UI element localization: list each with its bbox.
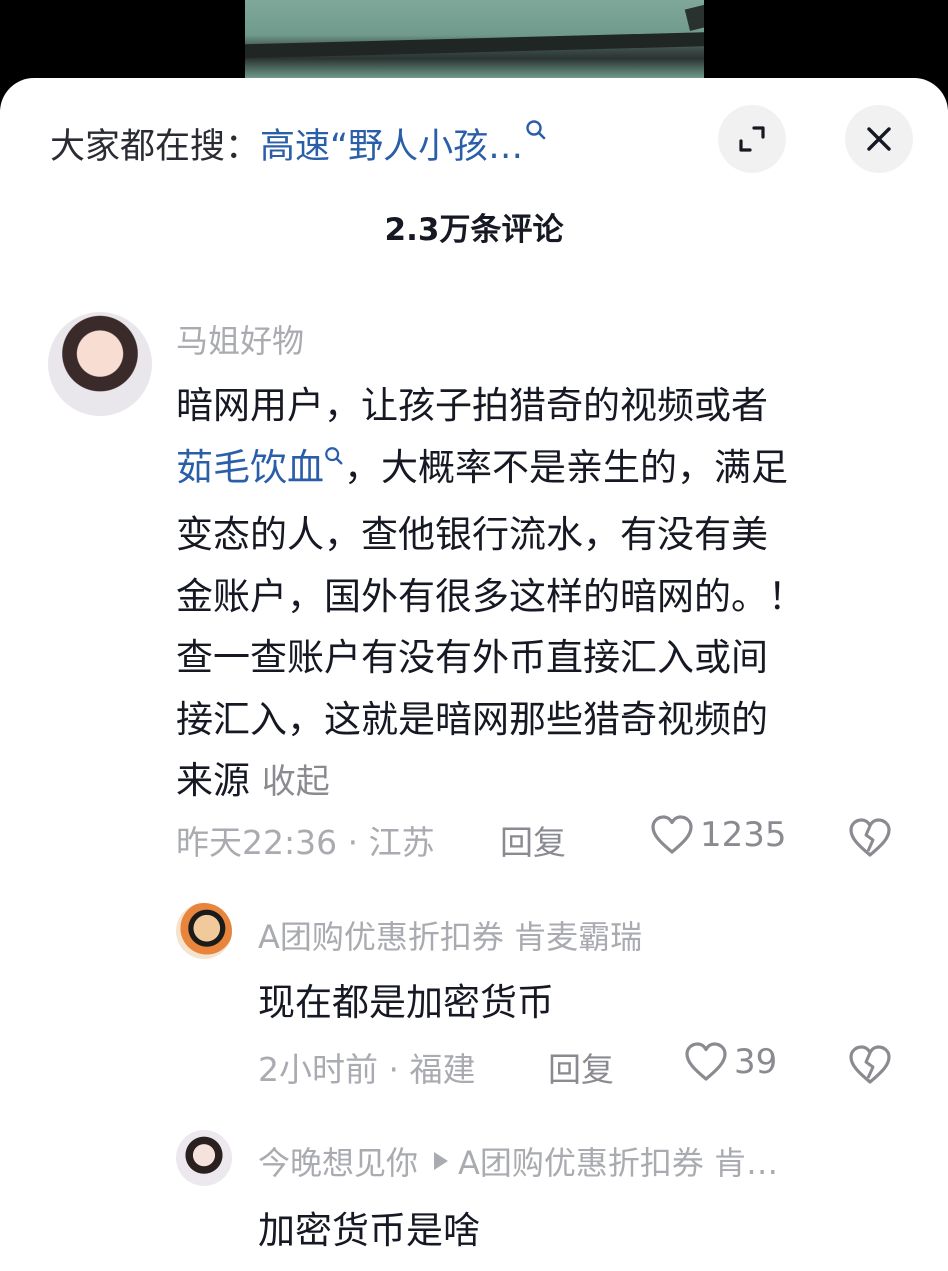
reply-like-count: 39 (734, 1042, 778, 1082)
reply-dislike-button[interactable] (848, 1045, 892, 1089)
reply-time-location: 2小时前 · 福建 (258, 1050, 476, 1089)
reply-avatar[interactable] (176, 903, 232, 959)
comment-time-location: 昨天22:36 · 江苏 (176, 823, 435, 862)
avatar[interactable] (48, 312, 152, 416)
video-rail (245, 31, 704, 59)
reply-like-button[interactable]: 39 (684, 1042, 777, 1082)
comment-line: 金账户，国外有很多这样的暗网的。！ (176, 574, 805, 618)
video-bar (684, 0, 704, 32)
comment-line: 变态的人，查他银行流水，有没有美 (176, 513, 768, 556)
dislike-button[interactable] (848, 818, 892, 862)
search-suggestion[interactable]: 大家都在搜： 高速“野人小孩… (50, 118, 547, 168)
reply-text: 加密货币是啥 (258, 1209, 480, 1252)
close-icon (867, 127, 891, 151)
comment-line: 查一查账户有没有外币直接汇入或间 (176, 636, 768, 679)
video-frame[interactable] (245, 0, 704, 78)
reply-reply-button[interactable]: 回复 (548, 1042, 614, 1092)
search-icon (324, 446, 344, 471)
like-count: 1235 (700, 815, 787, 855)
comment-line-with-link: 茹毛饮血 ，大概率不是亲生的，满足 (176, 437, 896, 505)
comment-body: 暗网用户，让孩子拍猎奇的视频或者 茹毛饮血 ，大概率不是亲生的，满足 变态的人，查… (176, 375, 896, 814)
comment-line: 来源 (176, 759, 250, 802)
comment-line: ，大概率不是亲生的，满足 (344, 445, 788, 489)
reply-arrow-icon (432, 1150, 450, 1172)
reply-username[interactable]: 今晚想见你 (258, 1138, 418, 1184)
collapse-button[interactable]: 收起 (262, 762, 330, 802)
comment-last-line: 来源 收起 (176, 750, 896, 814)
search-prefix: 大家都在搜： (50, 126, 261, 167)
reply-button[interactable]: 回复 (500, 815, 566, 865)
keyword-link[interactable]: 茹毛饮血 (176, 446, 324, 489)
reply-username-row: 今晚想见你 A团购优惠折扣券 肯… (258, 1138, 778, 1184)
expand-icon (739, 126, 765, 152)
heart-icon (651, 815, 693, 854)
reply-text: 现在都是加密货币 (258, 981, 554, 1024)
comment-line: 暗网用户，让孩子拍猎奇的视频或者 (176, 384, 768, 427)
close-button[interactable] (845, 105, 913, 173)
search-term-link[interactable]: 高速“野人小孩… (260, 118, 523, 169)
comment-username[interactable]: 马姐好物 (176, 316, 304, 362)
comment-line: 接汇入，这就是暗网那些猎奇视频的 (176, 697, 768, 741)
heart-icon (685, 1042, 727, 1081)
broken-heart-icon (849, 1045, 891, 1084)
broken-heart-icon (849, 818, 891, 857)
comment-meta: 昨天22:36 · 江苏 (176, 815, 435, 865)
comment-count: 2.3万条评论 (384, 212, 564, 248)
expand-button[interactable] (718, 105, 786, 173)
like-button[interactable]: 1235 (650, 815, 787, 855)
reply-meta: 2小时前 · 福建 (258, 1042, 475, 1092)
reply-avatar[interactable] (176, 1130, 232, 1186)
reply-username[interactable]: A团购优惠折扣券 肯麦霸瑞 (258, 912, 642, 958)
reply-to-username[interactable]: A团购优惠折扣券 肯… (458, 1138, 778, 1184)
reply-label: 回复 (548, 1050, 614, 1089)
reply-label: 回复 (500, 823, 566, 862)
search-icon (525, 119, 547, 147)
